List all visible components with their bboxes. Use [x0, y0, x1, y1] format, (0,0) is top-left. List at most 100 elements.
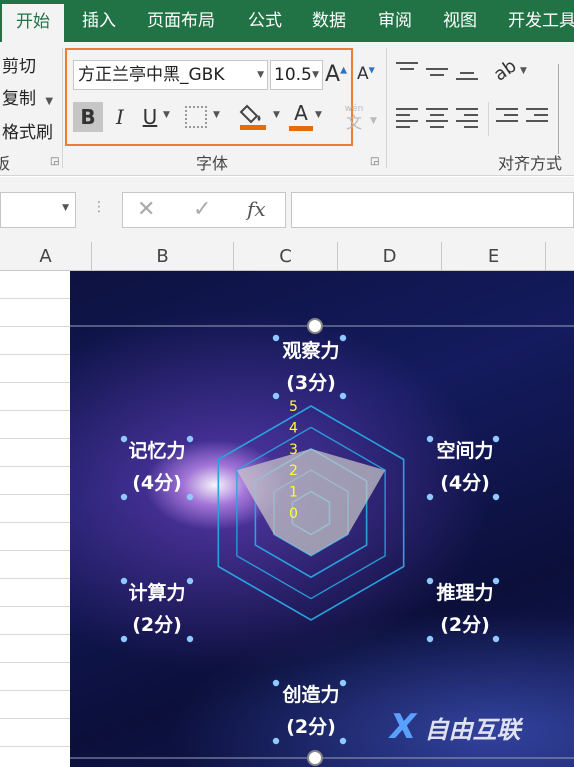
tab-view[interactable]: 视图 [443, 0, 477, 42]
group-divider [488, 102, 489, 136]
chevron-down-icon[interactable]: ▼ [163, 110, 170, 120]
tab-home[interactable]: 开始 [2, 4, 64, 42]
row-gridline [0, 494, 70, 495]
font-name-value: 方正兰亭中黑_GBK [78, 65, 225, 85]
ribbon-tab-bar: 开始 插入 页面布局 公式 数据 审阅 视图 开发工具 [0, 0, 574, 42]
align-bottom-icon[interactable] [456, 72, 478, 84]
column-header-a[interactable]: A [0, 242, 92, 271]
row-gridline [0, 690, 70, 691]
decrease-indent-icon[interactable] [496, 108, 518, 126]
font-size-select[interactable]: 10.5 ▼ [270, 60, 323, 90]
axis-name: 推理力 [436, 582, 494, 604]
group-divider [62, 48, 63, 168]
row-gridline [0, 326, 70, 327]
axis-score: (4分) [440, 472, 490, 494]
font-color-button[interactable]: A [289, 100, 313, 132]
watermark-mark: X [390, 707, 417, 747]
chevron-down-icon[interactable]: ▼ [273, 110, 280, 120]
tab-review[interactable]: 审阅 [378, 0, 412, 42]
watermark-logo: X 自由互联 [390, 707, 521, 747]
chevron-down-icon[interactable]: ▼ [312, 61, 319, 89]
align-center-icon[interactable] [426, 108, 448, 132]
row-gridline [0, 466, 70, 467]
chevron-down-icon[interactable]: ▼ [315, 110, 322, 120]
resize-handle [307, 750, 323, 766]
wrap-text-icon[interactable] [558, 64, 574, 154]
group-divider [386, 48, 387, 168]
cancel-icon[interactable]: ✕ [137, 197, 155, 222]
align-middle-icon[interactable] [426, 68, 448, 80]
align-left-icon[interactable] [396, 108, 418, 132]
clipboard-group-label: 板 [0, 154, 11, 173]
axis-label-creativity: 创造力 (2分) [256, 679, 366, 743]
font-color-swatch [289, 126, 313, 131]
shrink-font-button[interactable]: A▼ [357, 64, 375, 84]
chevron-down-icon[interactable]: ▼ [257, 61, 264, 89]
enter-icon[interactable]: ✓ [193, 197, 211, 222]
phonetic-guide-button[interactable]: wén 文 [343, 104, 365, 132]
copy-button[interactable]: 复制 ▼ [2, 84, 53, 109]
font-launcher-icon[interactable]: ◲ [370, 156, 379, 167]
formula-buttons: ✕ ✓ fx [122, 192, 286, 228]
radar-tick-label: 4 [289, 420, 298, 436]
font-color-glyph: A [294, 101, 308, 125]
alignment-group-label: 对齐方式 [498, 154, 563, 173]
formula-input[interactable] [291, 192, 574, 228]
chevron-down-icon[interactable]: ▼ [45, 96, 53, 107]
chevron-down-icon[interactable]: ▼ [213, 110, 220, 120]
axis-name: 观察力 [282, 340, 340, 362]
column-header-c[interactable]: C [234, 242, 338, 271]
chevron-down-icon[interactable]: ▼ [62, 203, 69, 213]
row-gridline [0, 382, 70, 383]
grow-font-button[interactable]: A▲ [325, 62, 347, 87]
tab-formulas[interactable]: 公式 [248, 0, 282, 42]
tab-developer[interactable]: 开发工具 [508, 0, 574, 42]
align-right-icon[interactable] [456, 108, 478, 132]
shrink-font-glyph: A [357, 64, 369, 84]
axis-label-calculation: 计算力 (2分) [102, 577, 212, 641]
paint-bucket-icon [239, 104, 266, 130]
radar-chart[interactable]: 0 1 2 3 4 5 观察力 (3分) 空间力 (4分) 推理力 (2分) 创造力 (2… [70, 271, 574, 767]
underline-button[interactable]: U [137, 102, 163, 132]
italic-button[interactable]: I [107, 102, 133, 132]
column-header-b[interactable]: B [92, 242, 234, 271]
tab-data[interactable]: 数据 [312, 0, 346, 42]
format-painter-button[interactable]: 格式刷 [2, 118, 53, 143]
align-top-icon[interactable] [396, 62, 418, 74]
row-gridline [0, 634, 70, 635]
column-header-e[interactable]: E [442, 242, 546, 271]
row-gridline [0, 606, 70, 607]
copy-label: 复制 [2, 89, 36, 109]
tab-insert[interactable]: 插入 [82, 0, 116, 42]
axis-score: (4分) [132, 472, 182, 494]
chevron-down-icon[interactable]: ▼ [520, 66, 527, 76]
clipboard-launcher-icon[interactable]: ◲ [50, 156, 59, 167]
name-box[interactable]: ▼ [0, 192, 76, 228]
font-group-highlight: 方正兰亭中黑_GBK ▼ 10.5 ▼ A▲ B I U ▼ ▼ ▼ A ▼ [65, 48, 353, 146]
more-options-icon[interactable]: ⋮ [92, 197, 106, 217]
radar-tick-label: 5 [289, 399, 298, 415]
axis-score: (2分) [132, 614, 182, 636]
radar-tick-label: 0 [289, 506, 298, 522]
tab-page-layout[interactable]: 页面布局 [147, 0, 215, 42]
axis-score: (2分) [286, 716, 336, 738]
row-gridline [0, 298, 70, 299]
worksheet-grid[interactable] [0, 271, 70, 767]
border-icon[interactable] [185, 106, 207, 128]
row-gridline [0, 578, 70, 579]
axis-label-observation: 观察力 (3分) [256, 335, 366, 399]
axis-label-memory: 记忆力 (4分) [102, 435, 212, 499]
row-gridline [0, 354, 70, 355]
orientation-icon[interactable]: ab [490, 55, 520, 85]
increase-indent-icon[interactable] [526, 108, 548, 126]
font-group-label: 字体 [196, 154, 229, 173]
insert-function-icon[interactable]: fx [247, 197, 266, 221]
cut-button[interactable]: 剪切 [2, 52, 36, 77]
fill-color-button[interactable] [239, 100, 267, 132]
axis-name: 计算力 [128, 582, 186, 604]
bold-button[interactable]: B [73, 102, 103, 132]
font-name-select[interactable]: 方正兰亭中黑_GBK ▼ [73, 60, 268, 90]
row-gridline [0, 522, 70, 523]
column-header-d[interactable]: D [338, 242, 442, 271]
chevron-down-icon[interactable]: ▼ [370, 116, 377, 126]
